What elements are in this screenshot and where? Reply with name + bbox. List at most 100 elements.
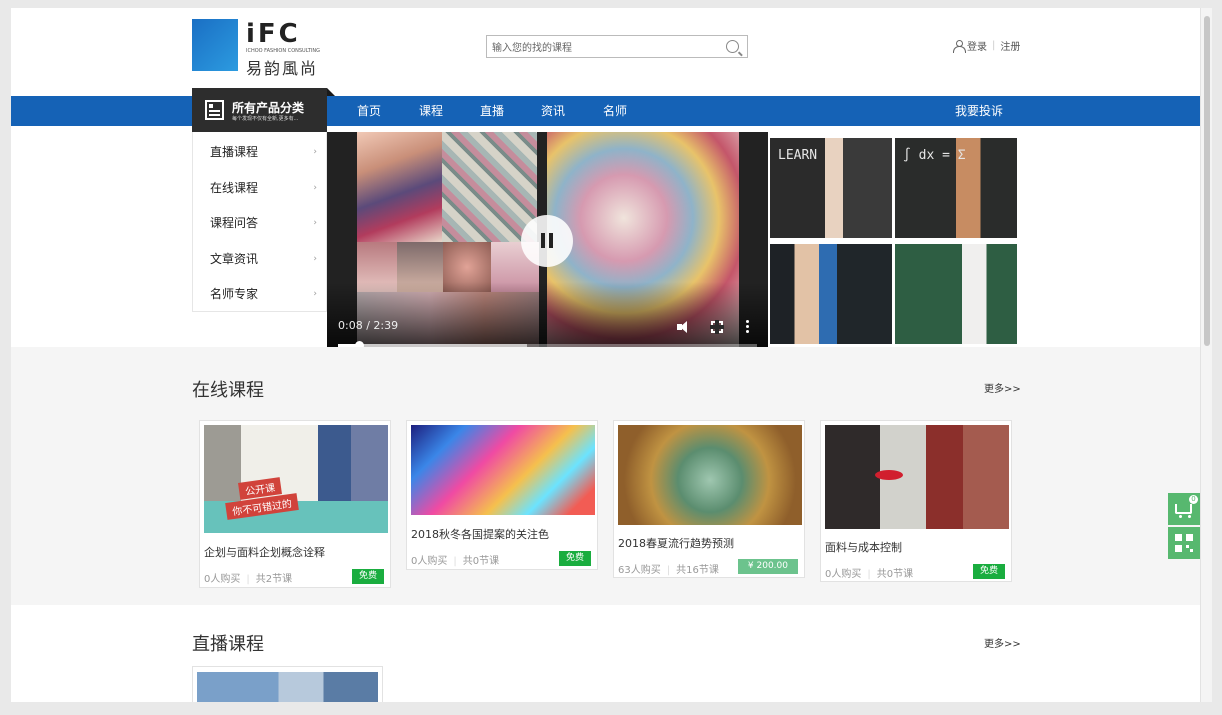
course-meta: 0人购买 | 共0节课 <box>825 569 914 580</box>
live-section-title: 直播课程 <box>192 634 264 655</box>
category-item-label: 在线课程 <box>210 181 259 195</box>
search-icon[interactable] <box>726 40 739 53</box>
video-frame-tile <box>357 132 442 242</box>
teacher-photo[interactable]: ∫ dx = Σ <box>895 138 1017 238</box>
chalkboard-text: ∫ dx = Σ <box>903 148 966 163</box>
qrcode-icon <box>1175 534 1193 552</box>
course-name[interactable]: 企划与面料企划概念诠释 <box>204 544 325 560</box>
register-link[interactable]: 注册 <box>1000 38 1020 53</box>
course-lessons: 共2节课 <box>255 574 293 585</box>
category-item-label: 课程问答 <box>210 216 259 230</box>
chevron-right-icon: › <box>313 147 317 157</box>
live-course-thumbnail <box>197 672 378 702</box>
teacher-photo[interactable] <box>895 244 1017 344</box>
chevron-right-icon: › <box>313 289 317 299</box>
vertical-scrollbar[interactable] <box>1200 8 1212 702</box>
video-player[interactable]: 0:08 / 2:39 <box>327 132 768 347</box>
course-price-badge: 免费 <box>558 551 591 566</box>
course-thumbnail <box>618 425 802 525</box>
logo[interactable]: iFC ICHOO FASHION CONSULTING 易韵風尚 <box>192 19 322 78</box>
fullscreen-icon[interactable] <box>710 320 724 334</box>
login-link[interactable]: 登录 <box>967 38 987 53</box>
thumbnail-detail <box>875 470 903 480</box>
course-thumbnail: 公开课 你不可错过的 <box>204 425 388 533</box>
category-item-articles[interactable]: 文章资讯 › <box>193 241 327 277</box>
course-price-badge: 免费 <box>351 569 384 584</box>
category-list-icon <box>205 100 224 120</box>
category-item-live[interactable]: 直播课程 › <box>193 134 327 170</box>
course-price-badge: 免费 <box>972 564 1005 579</box>
main-nav: 首页 课程 直播 资讯 名师 我要投诉 <box>11 96 1200 126</box>
category-item-experts[interactable]: 名师专家 › <box>193 276 327 312</box>
online-section-title: 在线课程 <box>192 380 264 401</box>
logo-mark-icon <box>192 19 238 71</box>
course-card[interactable]: 2018秋冬各国提案的关注色 0人购买 | 共0节课 免费 <box>406 420 598 570</box>
course-price-badge: ¥ 200.00 <box>737 559 798 574</box>
volume-icon[interactable] <box>677 320 691 334</box>
category-item-label: 文章资讯 <box>210 252 259 266</box>
video-controls-shade <box>327 282 768 347</box>
course-thumbnail <box>411 425 595 515</box>
category-subtitle: 每个发现不仅有全新,更多有... <box>232 116 299 122</box>
more-options-icon[interactable] <box>746 320 749 323</box>
course-meta: 0人购买 | 共2节课 <box>204 574 293 585</box>
course-lessons: 共16节课 <box>676 565 719 576</box>
live-course-card[interactable] <box>192 666 383 702</box>
cart-button[interactable]: 0 <box>1168 493 1200 525</box>
course-meta: 0人购买 | 共0节课 <box>411 556 500 567</box>
course-lessons: 共0节课 <box>876 569 914 580</box>
online-more-link[interactable]: 更多>> <box>984 380 1021 395</box>
search-box <box>486 35 748 59</box>
pause-button[interactable] <box>521 215 573 267</box>
chevron-right-icon: › <box>313 254 317 264</box>
video-frame-tile <box>442 132 537 242</box>
category-menu: 直播课程 › 在线课程 › 课程问答 › 文章资讯 › 名师专家 › <box>192 132 327 312</box>
nav-courses[interactable]: 课程 <box>419 96 443 126</box>
auth-links: 登录 | 注册 <box>953 38 1020 53</box>
category-item-label: 名师专家 <box>210 287 259 301</box>
course-meta: 63人购买 | 共16节课 <box>618 565 719 576</box>
logo-name-cn: 易韵風尚 <box>246 59 319 78</box>
course-lessons: 共0节课 <box>462 556 500 567</box>
chevron-right-icon: › <box>313 183 317 193</box>
course-card[interactable]: 2018春夏流行趋势预测 63人购买 | 共16节课 ¥ 200.00 <box>613 420 805 578</box>
nav-live[interactable]: 直播 <box>480 96 504 126</box>
search-input[interactable] <box>487 38 717 59</box>
video-time: 0:08 / 2:39 <box>338 319 399 332</box>
course-buyers: 0人购买 <box>204 574 241 585</box>
category-title: 所有产品分类 <box>232 101 305 115</box>
course-card[interactable]: 面料与成本控制 0人购买 | 共0节课 免费 <box>820 420 1012 582</box>
course-card[interactable]: 公开课 你不可错过的 企划与面料企划概念诠释 0人购买 | 共2节课 免费 <box>199 420 391 588</box>
category-item-label: 直播课程 <box>210 145 259 159</box>
nav-teachers[interactable]: 名师 <box>603 96 627 126</box>
floating-toolbar: 0 <box>1168 493 1200 559</box>
category-header[interactable]: 所有产品分类 每个发现不仅有全新,更多有... <box>192 88 335 132</box>
teacher-photo[interactable] <box>770 244 892 344</box>
nav-news[interactable]: 资讯 <box>541 96 565 126</box>
chalkboard-text: LEARN <box>778 148 818 163</box>
user-icon <box>953 39 966 53</box>
category-item-qa[interactable]: 课程问答 › <box>193 205 327 241</box>
qrcode-button[interactable] <box>1168 527 1200 559</box>
page-frame: iFC ICHOO FASHION CONSULTING 易韵風尚 登录 | 注… <box>11 8 1200 702</box>
pause-icon <box>541 233 545 248</box>
auth-separator: | <box>992 40 996 51</box>
category-item-online[interactable]: 在线课程 › <box>193 170 327 206</box>
course-name[interactable]: 2018秋冬各国提案的关注色 <box>411 526 549 542</box>
nav-complaint[interactable]: 我要投诉 <box>955 96 1003 126</box>
logo-subtitle: ICHOO FASHION CONSULTING <box>246 48 320 54</box>
course-thumbnail <box>825 425 1009 529</box>
course-name[interactable]: 面料与成本控制 <box>825 539 902 555</box>
course-buyers: 63人购买 <box>618 565 661 576</box>
nav-home[interactable]: 首页 <box>357 96 381 126</box>
course-buyers: 0人购买 <box>825 569 862 580</box>
chevron-right-icon: › <box>313 218 317 228</box>
live-more-link[interactable]: 更多>> <box>984 635 1021 650</box>
teacher-photo[interactable]: LEARN <box>770 138 892 238</box>
teacher-gallery: LEARN ∫ dx = Σ <box>768 132 1020 347</box>
course-name[interactable]: 2018春夏流行趋势预测 <box>618 535 734 551</box>
cart-icon <box>1175 504 1192 518</box>
scrollbar-thumb[interactable] <box>1204 16 1210 346</box>
logo-brand: iFC <box>246 19 301 49</box>
cart-count-badge: 0 <box>1189 495 1198 504</box>
